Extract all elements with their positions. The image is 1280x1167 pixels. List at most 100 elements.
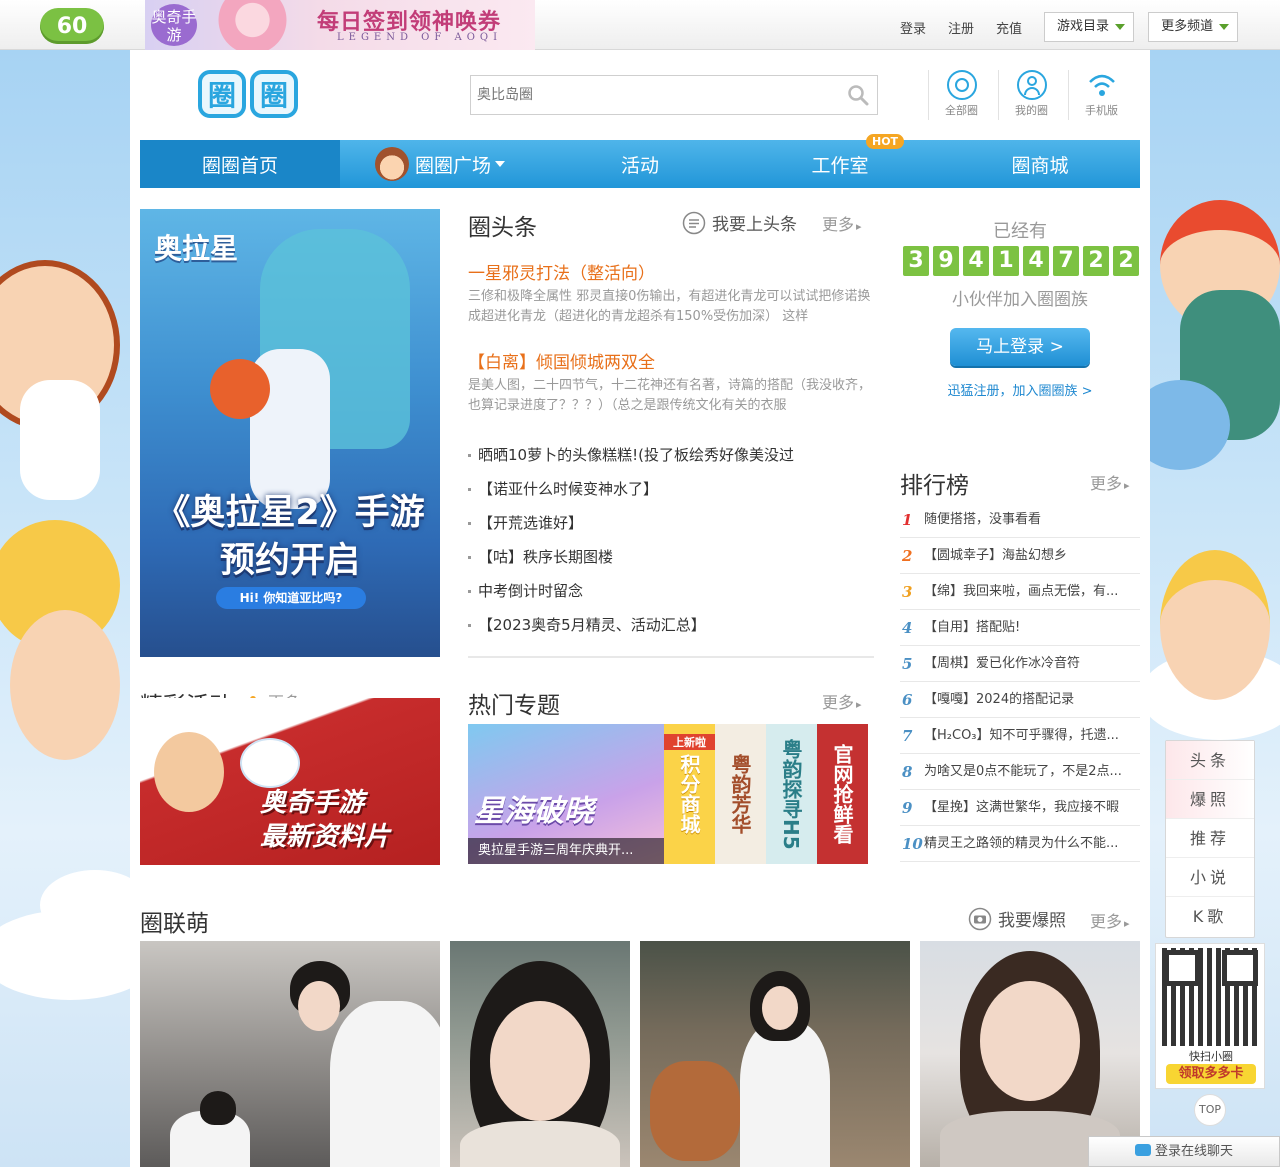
list-item[interactable]: 6 【嘎嘎】2024的搭配记录 bbox=[900, 682, 1140, 718]
top-banner-ad[interactable]: 奥奇手游 每日签到领神唤券 LEGEND OF AOQI bbox=[145, 0, 535, 50]
nav-plaza[interactable]: 圈圈广场 bbox=[340, 140, 540, 188]
main-nav: 圈圈首页 圈圈广场 活动 工作室 HOT 圈商城 bbox=[140, 134, 1140, 188]
rank-number: 10 bbox=[902, 835, 923, 853]
user-photo[interactable] bbox=[640, 941, 910, 1167]
chat-icon bbox=[1134, 1144, 1151, 1156]
list-item[interactable]: 1 随便搭搭，没事看看 bbox=[900, 502, 1140, 538]
list-item[interactable]: 【咕】秩序长期图楼 bbox=[468, 540, 874, 574]
ranking-title: 排行榜 bbox=[900, 473, 969, 499]
more-channels-dropdown[interactable]: 更多频道 bbox=[1148, 12, 1239, 42]
side-item-karaoke[interactable]: K歌 bbox=[1166, 897, 1254, 936]
new-badge: 上新啦 bbox=[664, 734, 715, 750]
side-item-photos[interactable]: 爆照 bbox=[1166, 780, 1254, 819]
register-link[interactable]: 注册 bbox=[948, 18, 974, 37]
list-item[interactable]: 中考倒计时留念 bbox=[468, 574, 874, 608]
topic-tile-text: 粤韵芳华 bbox=[728, 754, 752, 834]
topic-main-title: 星海破晓 bbox=[474, 794, 594, 829]
nav-shop[interactable]: 圈商城 bbox=[940, 140, 1140, 188]
my-circle-label: 我的圈 bbox=[1015, 104, 1048, 117]
featured-headline-desc: 三修和极降全属性 邪灵直接0伤输出，有超进化青龙可以试试把修诺换成超进化青龙（超… bbox=[468, 289, 871, 324]
submit-headline-label: 我要上头条 bbox=[712, 215, 797, 235]
user-photo[interactable] bbox=[140, 941, 440, 1167]
game-directory-label: 游戏目录 bbox=[1057, 19, 1110, 34]
login-link[interactable]: 登录 bbox=[900, 18, 926, 37]
list-item[interactable]: 3 【绵】我回来啦，画点无偿，有... bbox=[900, 574, 1140, 610]
online-chat-bar[interactable]: 登录在线聊天 bbox=[1088, 1136, 1280, 1167]
ranking-more-link[interactable]: 更多 bbox=[1090, 470, 1130, 494]
claim-card-button[interactable]: 领取多多卡 bbox=[1166, 1064, 1256, 1084]
topic-main-caption: 奥拉星手游三周年庆典开... bbox=[468, 838, 664, 864]
photos-more-link[interactable]: 更多 bbox=[1090, 908, 1130, 932]
activity-character-image bbox=[154, 732, 224, 812]
side-item-headlines[interactable]: 头条 bbox=[1166, 741, 1254, 780]
list-item[interactable]: 【开荒选谁好】 bbox=[468, 506, 874, 540]
game-directory-dropdown[interactable]: 游戏目录 bbox=[1044, 12, 1135, 42]
list-item[interactable]: 【2023奥奇5月精灵、活动汇总】 bbox=[468, 608, 874, 642]
nav-activity[interactable]: 活动 bbox=[540, 140, 740, 188]
site-logo[interactable]: 60 bbox=[40, 8, 104, 44]
topic-main-tile[interactable]: 星海破晓 奥拉星手游三周年庆典开... bbox=[468, 724, 664, 864]
all-circles-button[interactable]: 全部圈 bbox=[928, 70, 994, 120]
main-content: 圈 圈 全部圈 我的圈 手机版 圈圈首页 圈圈广场 活动 工作室 HOT 圈商城 bbox=[130, 50, 1150, 1167]
nav-home-label: 圈圈首页 bbox=[201, 154, 278, 177]
nav-home[interactable]: 圈圈首页 bbox=[140, 140, 340, 188]
qr-caption: 快扫小圈 bbox=[1189, 1050, 1233, 1063]
rank-number: 3 bbox=[902, 583, 913, 601]
list-item[interactable]: 4 【自用】搭配贴! bbox=[900, 610, 1140, 646]
topic-tile[interactable]: 官网抢鲜看 bbox=[817, 724, 868, 864]
topics-more-link[interactable]: 更多 bbox=[822, 689, 862, 713]
rank-number: 2 bbox=[902, 547, 913, 565]
chevron-down-icon bbox=[1219, 24, 1230, 30]
user-icon bbox=[1016, 70, 1047, 100]
member-count-sub: 小伙伴加入圈圈族 bbox=[952, 290, 1088, 310]
rank-title: 【星挽】这满世繁华，我应接不暇 bbox=[924, 800, 1120, 815]
more-channels-label: 更多频道 bbox=[1161, 19, 1214, 34]
search-input[interactable] bbox=[471, 76, 831, 114]
search-icon[interactable] bbox=[847, 84, 869, 106]
submit-headline-button[interactable]: 我要上头条 bbox=[682, 210, 797, 235]
list-item[interactable]: 【诺亚什么时候变神水了】 bbox=[468, 472, 874, 506]
recharge-link[interactable]: 充值 bbox=[996, 18, 1022, 37]
list-item[interactable]: 5 【周棋】爱已化作冰冷音符 bbox=[900, 646, 1140, 682]
search-box bbox=[470, 75, 878, 115]
list-item[interactable]: 2 【圆城幸子】海盐幻想乡 bbox=[900, 538, 1140, 574]
activity-cat-image bbox=[240, 738, 300, 788]
headlines-title: 圈头条 bbox=[468, 215, 537, 241]
list-item[interactable]: 10 精灵王之路领的精灵为什么不能... bbox=[900, 826, 1140, 862]
list-item[interactable]: 9 【星挽】这满世繁华，我应接不暇 bbox=[900, 790, 1140, 826]
logo-char: 圈 bbox=[198, 70, 246, 118]
submit-photo-button[interactable]: 我要爆照 bbox=[968, 906, 1066, 931]
side-item-novel[interactable]: 小说 bbox=[1166, 858, 1254, 897]
nav-studio[interactable]: 工作室 HOT bbox=[740, 134, 940, 188]
back-to-top-button[interactable]: TOP bbox=[1194, 1094, 1226, 1126]
digit: 4 bbox=[963, 246, 989, 276]
featured-headline-title[interactable]: 一星邪灵打法（整活向） bbox=[468, 259, 655, 284]
side-item-recommend[interactable]: 推荐 bbox=[1166, 819, 1254, 858]
login-button[interactable]: 马上登录 > bbox=[950, 328, 1090, 366]
hero-banner[interactable]: 奥拉星 《奥拉星2》手游 预约开启 Hi! 你知道亚比吗? bbox=[140, 209, 440, 657]
topic-tile[interactable]: 粤韵芳华 bbox=[715, 724, 766, 864]
rank-title: 【自用】搭配贴! bbox=[924, 620, 1021, 635]
register-link[interactable]: 迅猛注册，加入圈圈族 > bbox=[900, 380, 1140, 399]
list-item[interactable]: 7 【H₂CO₃】知不可乎骤得，托遗... bbox=[900, 718, 1140, 754]
mobile-version-button[interactable]: 手机版 bbox=[1068, 70, 1134, 120]
user-photo[interactable] bbox=[450, 941, 630, 1167]
featured-headline-desc: 是美人图，二十四节气，十二花神还有名著，诗篇的搭配（我没收齐，也算记录进度了？？… bbox=[468, 378, 872, 413]
qr-code-panel: 快扫小圈 领取多多卡 bbox=[1155, 943, 1265, 1089]
activity-banner[interactable]: 奥奇手游 最新资料片 bbox=[140, 698, 440, 865]
circle-icon bbox=[946, 70, 977, 100]
quanquan-logo[interactable]: 圈 圈 bbox=[198, 70, 298, 120]
top-bar: 60 奥奇手游 每日签到领神唤券 LEGEND OF AOQI 登录 注册 充值… bbox=[0, 0, 1280, 50]
user-photo[interactable] bbox=[920, 941, 1140, 1167]
rank-title: 【圆城幸子】海盐幻想乡 bbox=[924, 548, 1068, 563]
mascot-icon bbox=[374, 147, 409, 181]
topic-tile[interactable]: 上新啦 积分商城 bbox=[664, 724, 715, 864]
headlines-more-link[interactable]: 更多 bbox=[822, 211, 862, 235]
list-item[interactable]: 晒晒10萝卜的头像糕糕!(投了板绘秀好像美没过 bbox=[468, 438, 874, 472]
my-circle-button[interactable]: 我的圈 bbox=[998, 70, 1064, 120]
featured-headline-title[interactable]: 【白离】倾国倾城两双全 bbox=[468, 348, 655, 373]
member-count-digits: 3 9 4 1 4 7 2 2 bbox=[903, 246, 1139, 276]
list-item[interactable]: 8 为啥又是0点不能玩了，不是2点... bbox=[900, 754, 1140, 790]
topic-tile[interactable]: 粤韵探寻H5 bbox=[766, 724, 817, 864]
online-chat-label: 登录在线聊天 bbox=[1154, 1144, 1233, 1159]
